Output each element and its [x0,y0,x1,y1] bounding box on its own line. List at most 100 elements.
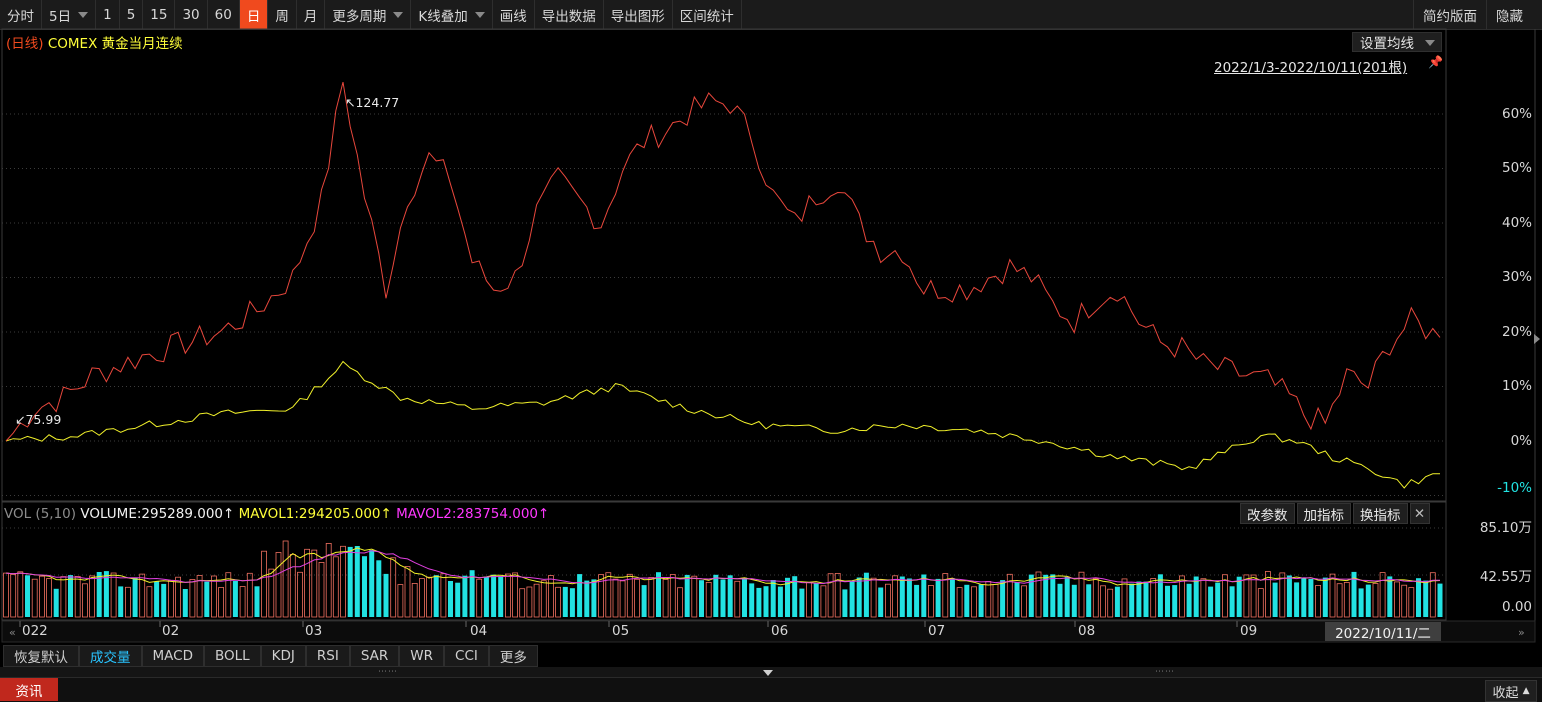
volume-bar [562,586,568,617]
volume-bar [1014,582,1020,617]
tab-cci[interactable]: CCI [444,645,489,667]
volume-bar [705,582,712,618]
scroll-right-icon[interactable]: » [1518,626,1525,639]
volume-bar [1071,584,1077,617]
pin-icon[interactable]: 📌 [1428,55,1443,69]
period-label: (日线) [6,36,44,52]
tab-sar[interactable]: SAR [349,645,400,667]
x-label-sep: 09 [1240,623,1258,639]
volume-bar [591,579,597,617]
volume-bar [1329,573,1336,618]
volume-bar [842,589,848,617]
volume-bar [3,572,9,618]
edit-params-button[interactable]: 改参数 [1240,503,1295,524]
volume-bar [899,576,905,617]
volume-bar [110,572,117,618]
volume-bar [949,578,955,617]
volume-bar [1043,574,1049,617]
price-grid [2,113,1446,496]
volume-bar [182,589,188,617]
date-range-link[interactable]: 2022/1/3-2022/10/11(201根) [1214,56,1407,76]
volume-bar [1208,586,1214,617]
add-indicator-button[interactable]: 加指标 [1296,503,1351,524]
volume-bar [1250,574,1257,618]
volume-bar [1114,586,1120,617]
volume-bar [483,576,489,617]
tab-macd[interactable]: MACD [141,645,204,667]
volume-bar [1143,581,1149,617]
tab-more[interactable]: 更多 [488,645,538,667]
volume-bar [1179,575,1185,618]
tab-boll[interactable]: BOLL [203,645,261,667]
bottom-bar [0,677,1542,702]
volume-bar [1416,578,1421,617]
volume-bar [397,584,404,618]
volume-bar [1172,585,1178,617]
mavol1-value: MAVOL1:294205.000↑ [238,506,392,522]
volume-bar [1423,580,1429,617]
volume-bar [584,580,590,617]
tab-kdj[interactable]: KDJ [260,645,306,667]
volume-bar [376,560,382,617]
volume-bar [275,552,282,618]
volume-bar [1064,576,1070,617]
collapse-label: 收起 [1492,685,1519,701]
high-value: 124.77 [355,95,400,110]
volume-bar [1394,581,1400,618]
volume-bar [985,581,992,618]
tab-rsi[interactable]: RSI [305,645,350,667]
arrow-down-left-icon: ↙ [15,412,26,427]
volume-bar [433,575,439,617]
volume-bar [971,586,977,618]
tab-wr[interactable]: WR [399,645,445,667]
collapse-button[interactable]: 收起 ▲ [1485,680,1537,702]
volume-bar [648,577,655,618]
volume-bar [749,583,755,617]
x-label-apr: 04 [470,623,488,639]
volume-bar [1057,583,1063,617]
news-button[interactable]: 资讯 [0,678,58,701]
volume-bar [992,584,999,618]
volume-bar [1343,582,1350,618]
volume-bar [669,574,676,618]
volume-bar [734,580,741,618]
volume-bar [383,573,389,617]
volume-bar [1372,583,1379,618]
volume-bar [404,566,411,618]
volume-bar [504,573,511,618]
volume-bar [914,584,920,617]
tab-volume[interactable]: 成交量 [79,645,142,667]
volume-bar [856,577,862,617]
volume-bar [1257,588,1264,618]
expand-right-icon[interactable] [1534,334,1540,344]
change-indicator-button[interactable]: 换指标 [1353,503,1408,524]
volume-bar [1322,577,1328,617]
volume-bar [1437,583,1443,617]
volume-bar [512,572,518,618]
volume-bar [1243,574,1250,618]
drag-handle-icon[interactable]: ⋯⋯ [378,667,398,677]
close-icon[interactable]: ✕ [1409,503,1430,524]
volume-bar [340,545,346,618]
volume-value: VOLUME:295289.000↑ [80,506,235,522]
volume-bar [1358,588,1364,617]
x-label-aug: 08 [1078,623,1096,639]
drag-handle-icon[interactable]: ⋯⋯ [1155,667,1175,677]
volume-bar [132,577,138,617]
volume-bar [756,587,762,617]
volume-bar [74,576,81,618]
mavol2-value: MAVOL2:283754.000↑ [396,506,550,522]
volume-bar [849,581,855,617]
volume-bar [1379,572,1386,618]
x-label-feb: 02 [162,623,180,639]
volume-bar [491,574,497,617]
volume-bar [641,585,647,617]
high-annotation: ↖124.77 [345,95,399,110]
scroll-left-icon[interactable]: « [9,626,16,639]
volume-bar [440,573,447,618]
volume-bar [161,583,167,617]
tab-restore-default[interactable]: 恢复默认 [3,645,79,667]
ma-settings-dropdown[interactable]: 设置均线 [1352,32,1442,52]
volume-bar [1336,583,1343,618]
volume-bar [1157,574,1163,617]
